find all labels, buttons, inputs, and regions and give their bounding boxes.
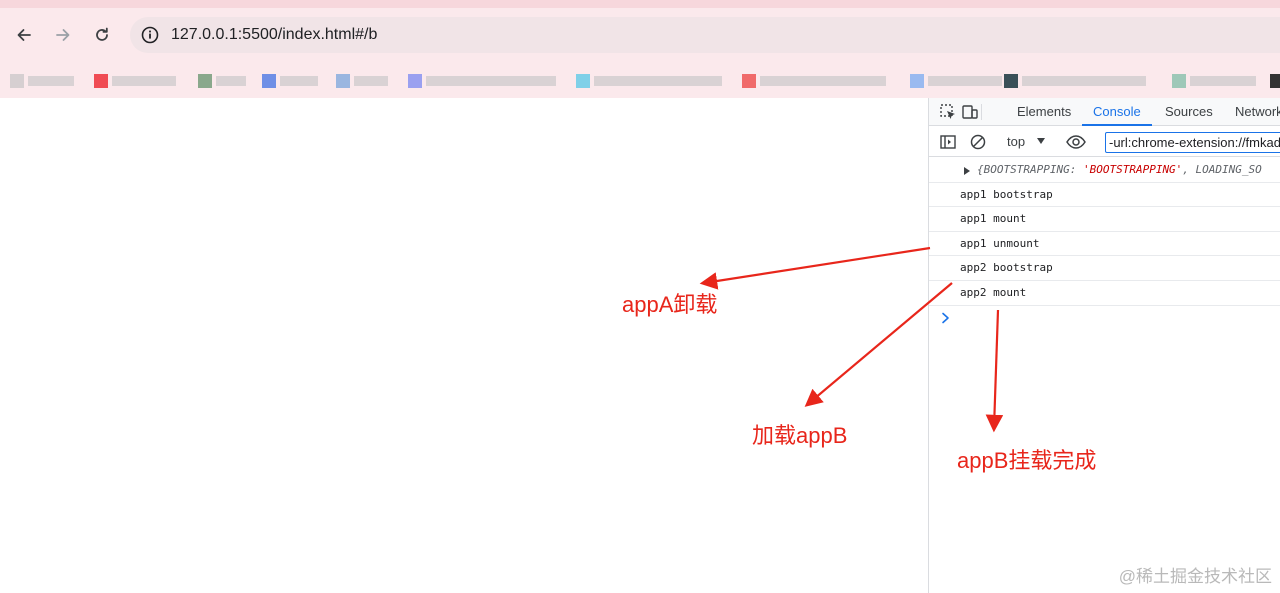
clear-console-icon[interactable]: [969, 133, 987, 151]
reload-icon[interactable]: [89, 22, 115, 48]
url-text[interactable]: 127.0.0.1:5500/index.html#/b: [171, 25, 377, 45]
device-toolbar-icon[interactable]: [961, 103, 979, 121]
tab-elements[interactable]: Elements: [1017, 98, 1071, 126]
devtools-panel: Elements Console Sources Network top -ur…: [928, 98, 1280, 593]
console-toolbar: top -url:chrome-extension://fmkad: [929, 127, 1280, 157]
inspect-element-icon[interactable]: [939, 103, 957, 121]
forward-arrow-icon[interactable]: [50, 22, 76, 48]
object-preview-key: {BOOTSTRAPPING:: [977, 163, 1083, 176]
context-selector[interactable]: top: [1007, 134, 1025, 149]
sidebar-toggle-icon[interactable]: [939, 133, 957, 151]
tab-sources[interactable]: Sources: [1165, 98, 1213, 126]
annotation-load-b: 加载appB: [752, 423, 848, 448]
tab-strip: [0, 0, 1280, 8]
console-log-row: app1 unmount: [929, 232, 1280, 257]
expand-triangle-icon[interactable]: [964, 167, 970, 175]
console-log-row: app1 mount: [929, 207, 1280, 232]
bookmarks-bar: [0, 64, 1280, 98]
watermark: @稀土掘金技术社区: [1118, 567, 1272, 586]
info-icon[interactable]: [140, 25, 160, 45]
console-output: {BOOTSTRAPPING: 'BOOTSTRAPPING', LOADING…: [929, 158, 1280, 306]
browser-toolbar: 127.0.0.1:5500/index.html#/b: [0, 0, 1280, 64]
screenshot-root: 127.0.0.1:5500/index.html#/b Elements Co…: [0, 0, 1280, 593]
tab-console[interactable]: Console: [1082, 98, 1152, 126]
console-log-row: app2 mount: [929, 281, 1280, 306]
console-object-row[interactable]: {BOOTSTRAPPING: 'BOOTSTRAPPING', LOADING…: [929, 158, 1280, 183]
console-prompt-icon[interactable]: [941, 312, 951, 328]
tab-network[interactable]: Network: [1235, 98, 1280, 126]
annotation-mount-b: appB挂载完成: [957, 448, 1097, 473]
page-viewport: [0, 98, 928, 593]
devtools-tabbar: Elements Console Sources Network: [929, 98, 1280, 126]
object-preview-rest: , LOADING_SO: [1182, 163, 1262, 176]
object-preview-value: 'BOOTSTRAPPING': [1082, 163, 1183, 176]
tab-divider: [981, 104, 982, 120]
eye-icon[interactable]: [1065, 133, 1087, 151]
back-arrow-icon[interactable]: [11, 22, 37, 48]
console-log-row: app2 bootstrap: [929, 256, 1280, 281]
console-log-row: app1 bootstrap: [929, 183, 1280, 208]
chevron-down-icon[interactable]: [1037, 138, 1045, 144]
annotation-unmount-a: appA卸载: [622, 292, 718, 317]
console-filter-input[interactable]: -url:chrome-extension://fmkad: [1105, 132, 1280, 153]
